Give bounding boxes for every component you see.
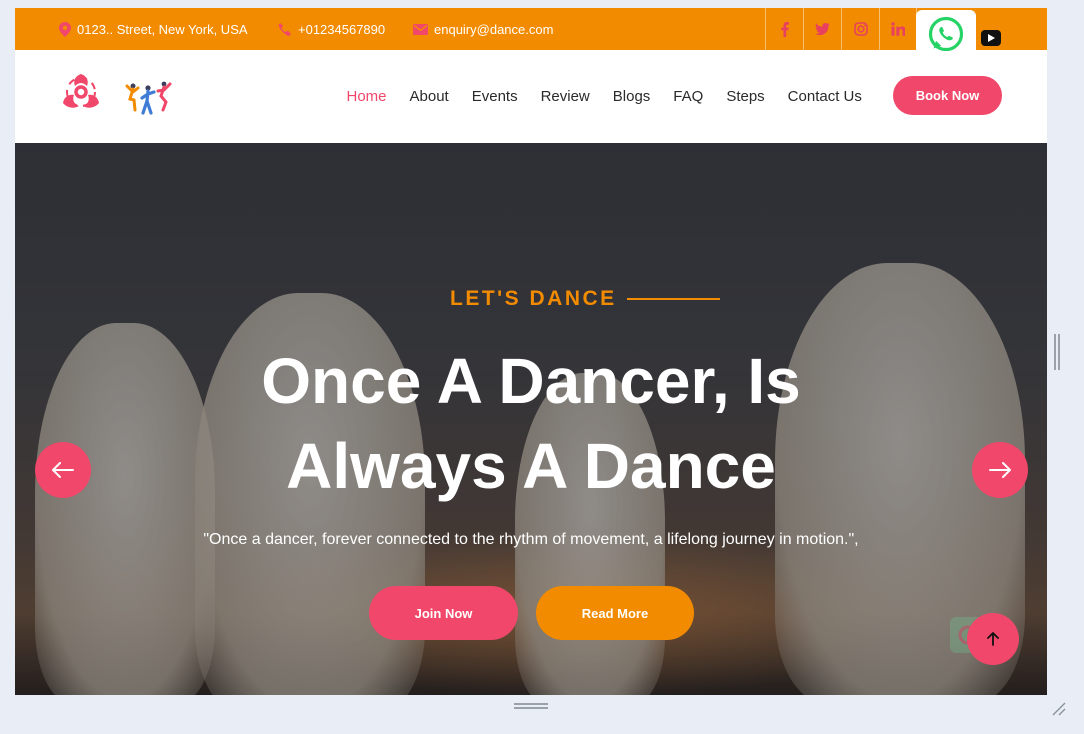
hero-headline: Once A Dancer, Is Always A Dance	[15, 339, 1047, 509]
vertical-resize-handle[interactable]	[1054, 334, 1062, 370]
hero-kicker: LET'S DANCE	[450, 287, 720, 311]
envelope-icon	[413, 23, 428, 35]
nav-steps[interactable]: Steps	[715, 88, 776, 105]
instagram-icon[interactable]	[841, 8, 879, 50]
read-more-button[interactable]: Read More	[536, 586, 694, 640]
address-text: 0123.. Street, New York, USA	[77, 21, 248, 37]
hero-kicker-text: LET'S DANCE	[450, 287, 617, 310]
book-now-button[interactable]: Book Now	[893, 76, 1002, 115]
resize-grip-icon[interactable]	[1050, 700, 1066, 716]
join-now-button[interactable]: Join Now	[369, 586, 518, 640]
nav-faq[interactable]: FAQ	[662, 88, 715, 105]
twitter-icon[interactable]	[803, 8, 841, 50]
kicker-divider	[626, 298, 720, 300]
main-navbar: Home About Events Review Blogs FAQ Steps…	[15, 50, 1047, 143]
nav-blogs[interactable]: Blogs	[601, 88, 662, 105]
phone-info[interactable]: +01234567890	[277, 8, 385, 50]
facebook-icon[interactable]	[765, 8, 803, 50]
hero-headline-line2: Always A Dance	[286, 430, 776, 502]
hero-carousel: LET'S DANCE Once A Dancer, Is Always A D…	[15, 143, 1047, 695]
nav-review[interactable]: Review	[529, 88, 601, 105]
social-links	[765, 8, 917, 50]
nav-events[interactable]: Events	[460, 88, 529, 105]
back-to-top-button[interactable]	[967, 613, 1019, 665]
arrow-up-icon	[987, 632, 999, 646]
phone-icon	[278, 22, 291, 36]
phone-text: +01234567890	[298, 21, 386, 37]
carousel-prev-button[interactable]	[35, 442, 91, 498]
youtube-icon[interactable]	[981, 30, 1001, 46]
nav-menu: Home About Events Review Blogs FAQ Steps…	[335, 50, 873, 143]
arrow-right-icon	[989, 462, 1011, 478]
nav-home[interactable]: Home	[335, 88, 398, 105]
linkedin-icon[interactable]	[879, 8, 917, 50]
hero-headline-line1: Once A Dancer, Is	[261, 345, 801, 417]
arrow-left-icon	[52, 462, 74, 478]
dancers-logo-icon	[123, 80, 175, 125]
site-logo-icon[interactable]	[59, 71, 103, 118]
carousel-next-button[interactable]	[972, 442, 1028, 498]
top-contact-bar: 0123.. Street, New York, USA +0123456789…	[15, 8, 1047, 50]
address-info: 0123.. Street, New York, USA	[59, 8, 248, 50]
horizontal-resize-handle[interactable]	[514, 703, 548, 711]
hero-tagline: "Once a dancer, forever connected to the…	[203, 531, 859, 548]
email-text: enquiry@dance.com	[434, 21, 554, 37]
nav-about[interactable]: About	[398, 88, 460, 105]
whatsapp-icon	[928, 16, 964, 52]
nav-contact-us[interactable]: Contact Us	[776, 88, 873, 105]
browser-viewport: 0123.. Street, New York, USA +0123456789…	[15, 8, 1047, 695]
whatsapp-button[interactable]	[916, 10, 976, 58]
location-pin-icon	[59, 21, 71, 37]
email-info[interactable]: enquiry@dance.com	[413, 8, 553, 50]
